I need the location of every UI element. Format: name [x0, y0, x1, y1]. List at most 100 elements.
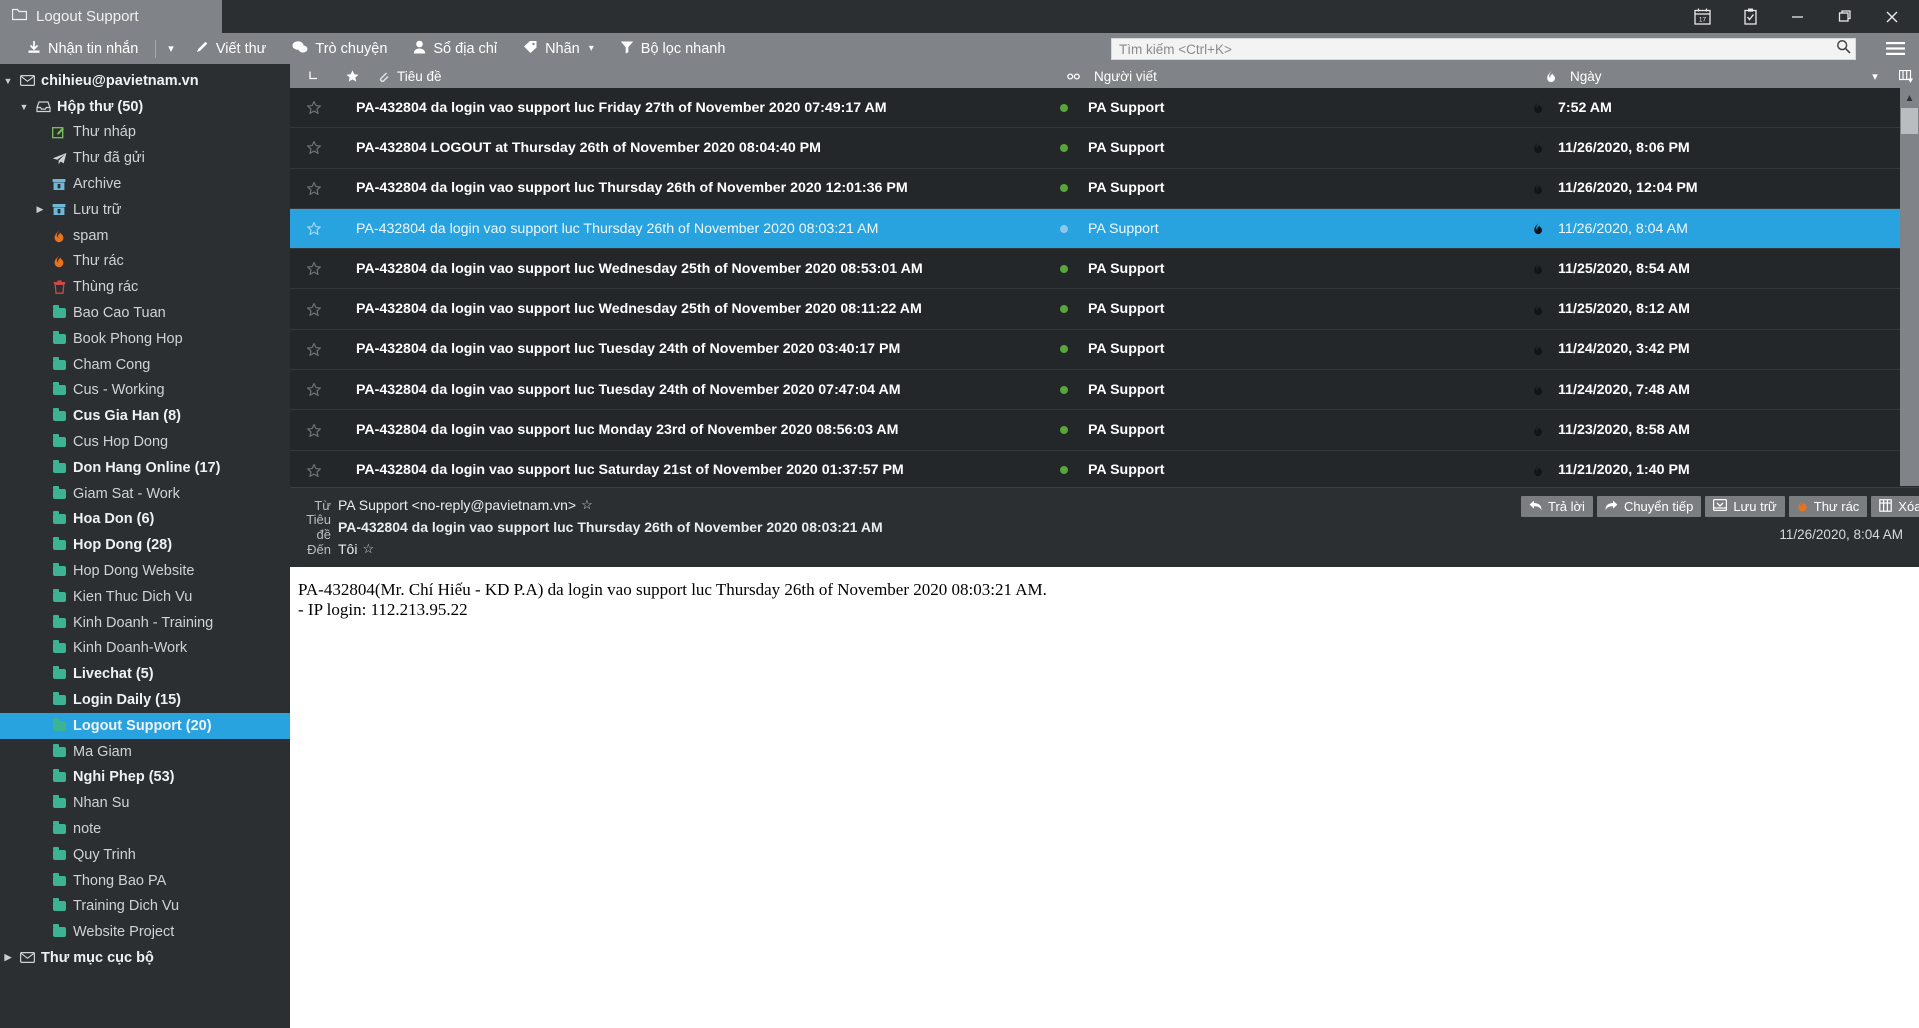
sidebar-item-h-p-th-50[interactable]: ▼ Hộp thư (50)	[0, 94, 290, 120]
get-messages-button[interactable]: Nhận tin nhắn	[14, 36, 151, 62]
sidebar-item-th-r-c[interactable]: Thư rác	[0, 249, 290, 275]
from-value[interactable]: PA Support <no-reply@pavietnam.vn>	[338, 497, 576, 513]
sidebar-item-livechat-5[interactable]: Livechat (5)	[0, 661, 290, 687]
message-row[interactable]: PA-432804 LOGOUT at Thursday 26th of Nov…	[290, 128, 1900, 169]
sort-direction-button[interactable]: ▾	[1857, 64, 1893, 88]
sidebar-item-hop-dong-28[interactable]: Hop Dong (28)	[0, 532, 290, 558]
scroll-up-arrow[interactable]: ▲	[1900, 88, 1919, 108]
close-button[interactable]	[1868, 0, 1915, 33]
message-row[interactable]: PA-432804 da login vao support luc Thurs…	[290, 168, 1900, 209]
message-row[interactable]: PA-432804 da login vao support luc Tuesd…	[290, 329, 1900, 371]
sidebar-item-training-dich-vu[interactable]: Training Dich Vu	[0, 894, 290, 920]
message-row[interactable]: PA-432804 da login vao support luc Tuesd…	[290, 370, 1900, 411]
sidebar-item-kien-thuc-dich-vu[interactable]: Kien Thuc Dich Vu	[0, 584, 290, 610]
message-list[interactable]: PA-432804 da login vao support luc Frida…	[290, 88, 1900, 486]
star-icon[interactable]	[290, 423, 337, 437]
action-button-chuy-n-ti-p[interactable]: Chuyển tiếp	[1596, 496, 1702, 517]
action-button-th-r-c[interactable]: Thư rác	[1788, 496, 1868, 517]
sidebar-item-bao-cao-tuan[interactable]: Bao Cao Tuan	[0, 300, 290, 326]
calendar-icon[interactable]: 17	[1678, 0, 1726, 33]
message-row[interactable]: PA-432804 da login vao support luc Wedne…	[290, 289, 1900, 330]
star-icon[interactable]: ☆	[362, 541, 374, 557]
sidebar-item-archive[interactable]: Archive	[0, 171, 290, 197]
star-icon[interactable]	[290, 141, 337, 155]
message-row[interactable]: PA-432804 da login vao support luc Satur…	[290, 450, 1900, 486]
get-messages-dropdown[interactable]: ▾	[160, 42, 182, 55]
sidebar-item-ma-giam[interactable]: Ma Giam	[0, 739, 290, 765]
action-button-l-u-tr[interactable]: Lưu trữ	[1705, 496, 1785, 517]
action-button-x-a[interactable]: Xóa	[1871, 496, 1919, 517]
message-action-buttons[interactable]: Trả lờiChuyển tiếpLưu trữThư rácXóaThêm▾	[1521, 496, 1919, 517]
search-box[interactable]	[1111, 38, 1856, 60]
sidebar-item-cham-cong[interactable]: Cham Cong	[0, 352, 290, 378]
message-row[interactable]: PA-432804 da login vao support luc Wedne…	[290, 249, 1900, 290]
write-button[interactable]: Viết thư	[182, 36, 280, 62]
sidebar-item-kinh-doanh-work[interactable]: Kinh Doanh-Work	[0, 636, 290, 662]
sidebar-item-th-nh-p[interactable]: Thư nháp	[0, 120, 290, 146]
sidebar-item-website-project[interactable]: Website Project	[0, 919, 290, 945]
to-value[interactable]: Tôi	[338, 541, 357, 557]
star-icon[interactable]: ☆	[581, 497, 593, 513]
message-row[interactable]: PA-432804 da login vao support luc Frida…	[290, 88, 1900, 129]
address-book-button[interactable]: Sổ địa chỉ	[400, 36, 510, 62]
sidebar-item-nhan-su[interactable]: Nhan Su	[0, 790, 290, 816]
sidebar-item-book-phong-hop[interactable]: Book Phong Hop	[0, 326, 290, 352]
star-icon[interactable]	[290, 463, 337, 477]
minimize-button[interactable]	[1774, 0, 1821, 33]
scrollbar-thumb[interactable]	[1901, 108, 1918, 134]
sidebar-item-hop-dong-website[interactable]: Hop Dong Website	[0, 558, 290, 584]
sidebar-item-spam[interactable]: spam	[0, 223, 290, 249]
sidebar-item-th-m-c-c-c-b[interactable]: ▶ Thư mục cục bộ	[0, 945, 290, 971]
column-header-author[interactable]: Người viết	[1066, 64, 1544, 88]
sidebar-item-th-g-i[interactable]: Thư đã gửi	[0, 145, 290, 171]
twisty-icon[interactable]: ▶	[0, 952, 16, 963]
column-picker-icon[interactable]	[1893, 64, 1919, 88]
sidebar-item-l-u-tr[interactable]: ▶ Lưu trữ	[0, 197, 290, 223]
sidebar-item-cus-hop-dong[interactable]: Cus Hop Dong	[0, 429, 290, 455]
folder-sidebar[interactable]: ▼ chihieu@pavietnam.vn ▼ Hộp thư (50) Thư …	[0, 64, 290, 1028]
twisty-icon[interactable]: ▼	[16, 102, 32, 112]
sidebar-item-thong-bao-pa[interactable]: Thong Bao PA	[0, 868, 290, 894]
hamburger-menu-icon[interactable]	[1872, 33, 1919, 64]
search-input[interactable]	[1119, 41, 1836, 57]
sidebar-item-note[interactable]: note	[0, 816, 290, 842]
star-icon[interactable]	[290, 222, 337, 236]
star-icon[interactable]	[290, 383, 337, 397]
column-header-date[interactable]: Ngày	[1544, 64, 1857, 88]
sidebar-item-th-ng-r-c[interactable]: Thùng rác	[0, 274, 290, 300]
sidebar-item-login-daily-15[interactable]: Login Daily (15)	[0, 687, 290, 713]
sidebar-item-hoa-don-6[interactable]: Hoa Don (6)	[0, 507, 290, 533]
window-tab-logout-support[interactable]: Logout Support	[0, 0, 222, 33]
message-row[interactable]: PA-432804 da login vao support luc Thurs…	[290, 208, 1900, 250]
quick-filter-button[interactable]: Bộ lọc nhanh	[607, 36, 739, 62]
sidebar-item-nghi-phep-53[interactable]: Nghi Phep (53)	[0, 765, 290, 791]
column-header-star[interactable]	[337, 64, 368, 88]
restore-button[interactable]	[1821, 0, 1868, 33]
sidebar-item-quy-trinh[interactable]: Quy Trinh	[0, 842, 290, 868]
message-list-header[interactable]: Tiêu đề Người viết Ngày ▾	[290, 64, 1919, 88]
tasks-icon[interactable]	[1726, 0, 1774, 33]
star-icon[interactable]	[290, 101, 337, 115]
twisty-icon[interactable]: ▶	[32, 204, 48, 215]
star-icon[interactable]	[290, 181, 337, 195]
tag-button[interactable]: Nhãn ▾	[510, 36, 607, 62]
sidebar-item-giam-sat-work[interactable]: Giam Sat - Work	[0, 481, 290, 507]
sidebar-item-cus-working[interactable]: Cus - Working	[0, 378, 290, 404]
message-row[interactable]: PA-432804 da login vao support luc Monda…	[290, 410, 1900, 451]
account-twisty-icon[interactable]: ▼	[0, 76, 16, 86]
sidebar-item-cus-gia-han-8[interactable]: Cus Gia Han (8)	[0, 403, 290, 429]
message-list-scrollbar[interactable]: ▲	[1900, 88, 1919, 486]
search-icon[interactable]	[1836, 39, 1851, 59]
get-messages-split-button[interactable]: Nhận tin nhắn ▾	[14, 36, 182, 62]
chat-button[interactable]: Trò chuyện	[279, 36, 400, 62]
sidebar-account-row[interactable]: ▼ chihieu@pavietnam.vn	[0, 68, 290, 94]
sidebar-item-don-hang-online-17[interactable]: Don Hang Online (17)	[0, 455, 290, 481]
action-button-tr-l-i[interactable]: Trả lời	[1521, 496, 1593, 517]
column-header-thread[interactable]	[290, 64, 337, 88]
sidebar-item-logout-support-20[interactable]: Logout Support (20)	[0, 712, 290, 739]
sidebar-item-kinh-doanh-training[interactable]: Kinh Doanh - Training	[0, 610, 290, 636]
star-icon[interactable]	[290, 342, 337, 356]
star-icon[interactable]	[290, 262, 337, 276]
star-icon[interactable]	[290, 302, 337, 316]
column-header-attachment[interactable]	[368, 64, 397, 88]
